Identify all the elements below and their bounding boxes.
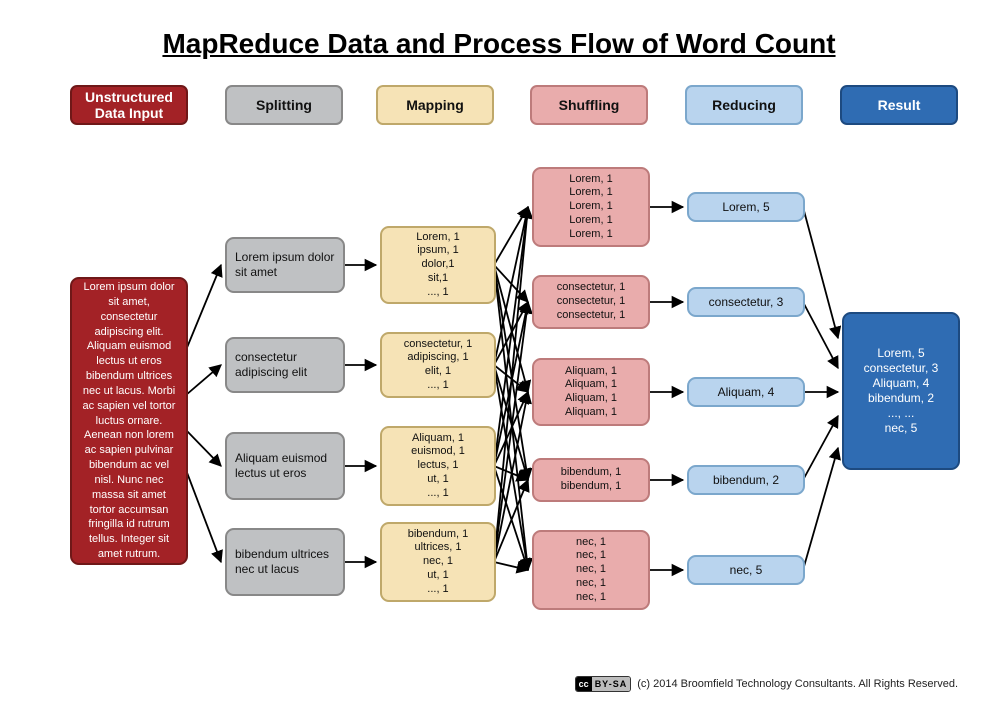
reducing-box: Lorem, 5: [687, 192, 805, 222]
reducing-box: bibendum, 2: [687, 465, 805, 495]
copyright-text: (c) 2014 Broomfield Technology Consultan…: [637, 678, 958, 690]
footer: cc BY-SA (c) 2014 Broomfield Technology …: [575, 676, 958, 692]
reducing-box: consectetur, 3: [687, 287, 805, 317]
splitting-box: consectetur adipiscing elit: [225, 337, 345, 393]
mapping-box: Lorem, 1 ipsum, 1 dolor,1 sit,1 ..., 1: [380, 226, 496, 304]
shuffling-box: nec, 1 nec, 1 nec, 1 nec, 1 nec, 1: [532, 530, 650, 610]
mapping-box: bibendum, 1 ultrices, 1 nec, 1 ut, 1 ...…: [380, 522, 496, 602]
cc-license-left: cc: [576, 677, 592, 691]
reducing-box: Aliquam, 4: [687, 377, 805, 407]
cc-license-right: BY-SA: [592, 677, 631, 691]
splitting-box: Lorem ipsum dolor sit amet: [225, 237, 345, 293]
stage-header-input: Unstructured Data Input: [70, 85, 188, 125]
stage-header-shuffling: Shuffling: [530, 85, 648, 125]
stage-header-reducing: Reducing: [685, 85, 803, 125]
mapping-box: consectetur, 1 adipiscing, 1 elit, 1 ...…: [380, 332, 496, 398]
stage-header-splitting: Splitting: [225, 85, 343, 125]
shuffling-box: Aliquam, 1 Aliquam, 1 Aliquam, 1 Aliquam…: [532, 358, 650, 426]
splitting-box: bibendum ultrices nec ut lacus: [225, 528, 345, 596]
mapping-box: Aliquam, 1 euismod, 1 lectus, 1 ut, 1 ..…: [380, 426, 496, 506]
splitting-box: Aliquam euismod lectus ut eros: [225, 432, 345, 500]
cc-license-icon: cc BY-SA: [575, 676, 632, 692]
shuffling-box: bibendum, 1 bibendum, 1: [532, 458, 650, 502]
input-box: Lorem ipsum dolor sit amet, consectetur …: [70, 277, 188, 565]
stage-header-mapping: Mapping: [376, 85, 494, 125]
reducing-box: nec, 5: [687, 555, 805, 585]
shuffling-box: consectetur, 1 consectetur, 1 consectetu…: [532, 275, 650, 329]
stage-header-result: Result: [840, 85, 958, 125]
shuffling-box: Lorem, 1 Lorem, 1 Lorem, 1 Lorem, 1 Lore…: [532, 167, 650, 247]
result-box: Lorem, 5 consectetur, 3 Aliquam, 4 biben…: [842, 312, 960, 470]
page-title: MapReduce Data and Process Flow of Word …: [0, 28, 998, 60]
